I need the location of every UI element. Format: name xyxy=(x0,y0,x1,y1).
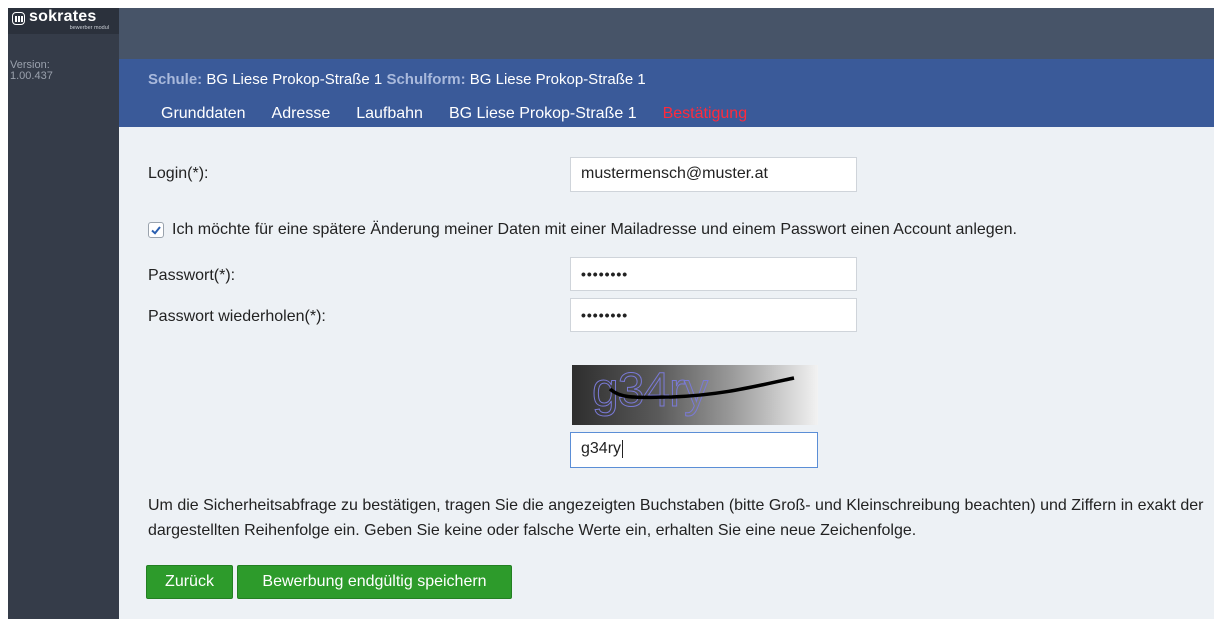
form-content: Login(*): mustermensch@muster.at Ich möc… xyxy=(119,127,1214,619)
sidebar: sokrates bewerber modul Version: 1.00.43… xyxy=(8,8,119,619)
tab-adresse[interactable]: Adresse xyxy=(272,105,331,122)
checkmark-icon xyxy=(151,226,161,235)
account-checkbox[interactable] xyxy=(148,222,164,238)
tab-bestaetigung[interactable]: Bestätigung xyxy=(663,105,748,122)
schoolform-value: BG Liese Prokop-Straße 1 xyxy=(469,71,646,88)
tab-schulform[interactable]: BG Liese Prokop-Straße 1 xyxy=(449,105,637,122)
tab-laufbahn[interactable]: Laufbahn xyxy=(356,105,423,122)
school-label: Schule: xyxy=(148,71,203,88)
page-gutter xyxy=(0,0,8,619)
top-bar xyxy=(119,8,1214,59)
version-number: 1.00.437 xyxy=(10,70,53,82)
school-info: Schule: BG Liese Prokop-Straße 1 Schulfo… xyxy=(148,71,646,88)
logo: sokrates bewerber modul xyxy=(8,8,119,34)
school-header: Schule: BG Liese Prokop-Straße 1 Schulfo… xyxy=(119,59,1214,127)
text-caret xyxy=(622,439,624,458)
tab-grunddaten[interactable]: Grunddaten xyxy=(161,105,246,122)
captcha-instructions: Um die Sicherheitsabfrage zu bestätigen,… xyxy=(148,497,1204,539)
account-checkbox-label: Ich möchte für eine spätere Änderung mei… xyxy=(172,221,1017,238)
login-field[interactable]: mustermensch@muster.at xyxy=(570,157,857,192)
captcha-input[interactable]: g34ry xyxy=(570,432,818,468)
back-button[interactable]: Zurück xyxy=(146,565,233,599)
logo-text: sokrates xyxy=(29,8,97,25)
schoolform-label: Schulform: xyxy=(386,71,466,88)
login-label: Login(*): xyxy=(148,165,209,182)
logo-icon xyxy=(12,12,25,25)
password-label: Passwort(*): xyxy=(148,267,236,284)
password-repeat-field[interactable]: •••••••• xyxy=(570,298,857,332)
tab-bar: Grunddaten Adresse Laufbahn BG Liese Prokop… xyxy=(161,105,773,123)
save-application-button[interactable]: Bewerbung endgültig speichern xyxy=(237,565,512,599)
captcha-image: g34ry xyxy=(572,365,818,425)
captcha-strike-line xyxy=(608,376,795,400)
password-field[interactable]: •••••••• xyxy=(570,257,857,291)
captcha-input-value: g34ry xyxy=(581,440,622,457)
password-repeat-label: Passwort wiederholen(*): xyxy=(148,308,326,325)
school-value: BG Liese Prokop-Straße 1 xyxy=(206,71,383,88)
logo-subtitle: bewerber modul xyxy=(69,25,109,31)
